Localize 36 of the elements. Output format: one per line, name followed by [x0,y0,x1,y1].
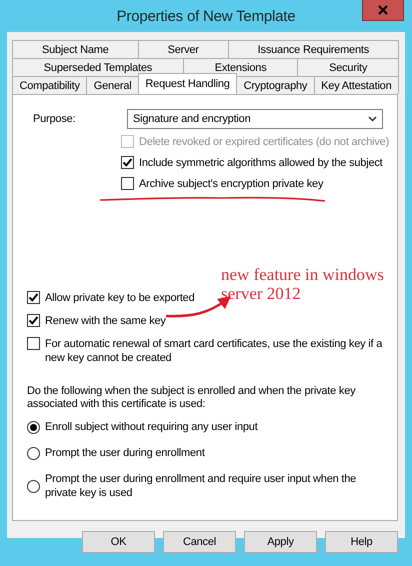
tab[interactable]: Superseded Templates [12,58,184,76]
checkbox-label: For automatic renewal of smart card certificates, use the existing key if a new key cannot be created [45,337,383,365]
tab[interactable]: Cryptography [236,76,315,94]
enrollment-prompt: Do the following when the subject is enrolled and when the private key associated with this certificate is used: [27,385,356,411]
radio-label: Prompt the user during enrollment [45,446,205,460]
radio-button[interactable] [27,446,40,460]
checkbox[interactable] [121,156,134,169]
tab[interactable]: Subject Name [12,40,139,58]
purpose-label: Purpose: [33,113,76,125]
checkbox[interactable] [27,314,40,327]
checkbox-label: Renew with the same key [45,314,166,328]
checkbox[interactable] [27,337,40,350]
checkbox[interactable] [27,291,40,304]
radio-label: Enroll subject without requiring any user input [45,420,258,434]
chevron-icon [368,116,377,122]
tab[interactable]: Request Handling [138,73,238,94]
radio-label: Prompt the user during enrollment and require user input when the private key is used [45,472,358,500]
tab[interactable]: Security [297,58,400,76]
dialog-button[interactable]: Apply [244,531,317,553]
tab[interactable]: Key Attestation [314,76,399,94]
checkbox-label: Allow private key to be exported [45,291,195,305]
dialog-button[interactable]: Cancel [163,531,236,553]
checkbox-label: Archive subject's encryption private key [139,177,324,191]
tab[interactable]: Issuance Requirements [228,40,399,58]
purpose-dropdown[interactable]: Signature and encryption [127,109,383,129]
close-button[interactable] [362,0,404,21]
radio-button[interactable] [27,420,40,434]
checkbox[interactable] [121,177,134,190]
tab[interactable]: Compatibility [12,76,88,94]
radio-button[interactable] [27,480,40,492]
checkbox-label: Include symmetric algorithms allowed by the subject [139,156,383,170]
window-title: Properties of New Template [116,8,296,24]
checkbox-label: Delete revoked or expired certificates (do not archive) [139,135,390,149]
dialog-button[interactable]: Help [325,531,398,553]
dialog-button[interactable]: OK [82,531,155,553]
close-icon [378,5,388,15]
